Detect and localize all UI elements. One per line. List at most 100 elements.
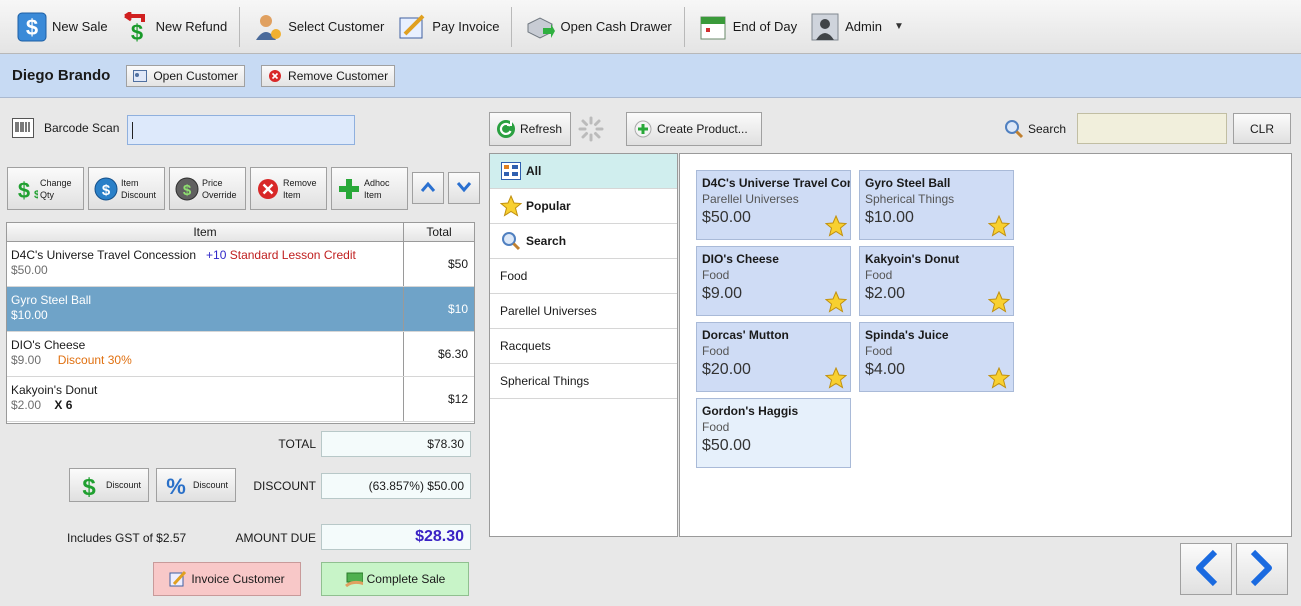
row-item-discount-note: Discount 30% [57, 353, 132, 367]
invoice-pen-icon [169, 570, 187, 588]
product-price: $9.00 [702, 285, 743, 302]
product-search-input[interactable] [1077, 113, 1227, 144]
category-item-all[interactable]: All [490, 154, 677, 189]
gst-text: Includes GST of $2.57 [67, 531, 187, 545]
row-item-name: D4C's Universe Travel Concession [11, 248, 197, 262]
row-total: $10 [447, 302, 468, 316]
column-header-item[interactable]: Item [7, 223, 404, 241]
chevron-down-icon: ▼ [893, 21, 904, 32]
product-tile[interactable]: D4C's Universe Travel Concession Parelle… [696, 170, 851, 240]
item-discount-button[interactable]: $ Item Discount [88, 167, 165, 210]
product-name: Spinda's Juice [865, 328, 949, 342]
category-label: Search [526, 234, 567, 248]
customer-name: Diego Brando [12, 67, 111, 84]
previous-page-button[interactable] [1180, 543, 1232, 595]
amount-due-value: $28.30 [321, 524, 471, 550]
product-name: D4C's Universe Travel Concession [702, 176, 850, 190]
product-price: $50.00 [702, 437, 751, 454]
category-item-racquets[interactable]: Racquets [490, 329, 677, 364]
pay-invoice-label: Pay Invoice [432, 19, 500, 34]
row-item-price: $10.00 [11, 308, 48, 322]
open-customer-label: Open Customer [153, 68, 239, 83]
category-item-food[interactable]: Food [490, 259, 677, 294]
item-discount-label-2: Discount [121, 189, 157, 200]
remove-item-button[interactable]: Remove Item [250, 167, 327, 210]
svg-text:$: $ [34, 189, 38, 201]
category-item-spherical-things[interactable]: Spherical Things [490, 364, 677, 399]
invoice-customer-button[interactable]: Invoice Customer [153, 562, 301, 596]
remove-customer-button[interactable]: Remove Customer [261, 64, 396, 87]
move-up-button[interactable] [412, 172, 444, 204]
item-discount-label-1: Item [121, 177, 139, 188]
admin-label: Admin [845, 19, 882, 34]
category-item-popular[interactable]: Popular [490, 189, 677, 224]
barcode-input[interactable] [127, 115, 355, 145]
select-customer-button[interactable]: Select Customer [246, 5, 390, 49]
end-of-day-button[interactable]: End of Day [691, 5, 803, 49]
sale-discount-dollar-button[interactable]: $ Discount [69, 468, 149, 502]
complete-sale-button[interactable]: Complete Sale [321, 562, 469, 596]
next-page-button[interactable] [1236, 543, 1288, 595]
row-item-price: $9.00 [11, 353, 42, 367]
discount-dollar-label: Discount [106, 480, 142, 490]
product-category: Food [702, 268, 730, 282]
product-tile[interactable]: Dorcas' Mutton Food $20.00 [696, 322, 851, 392]
create-product-button[interactable]: Create Product... [626, 112, 762, 146]
move-down-button[interactable] [448, 172, 480, 204]
toolbar-divider [683, 6, 685, 47]
table-row[interactable]: DIO's Cheese $9.00 Discount 30% $6.30 [7, 332, 474, 377]
product-category: Parellel Universes [702, 192, 799, 206]
product-name: Gyro Steel Ball [865, 176, 951, 190]
column-header-total[interactable]: Total [404, 223, 474, 241]
table-row[interactable]: Gyro Steel Ball $10.00 $10 [7, 287, 474, 332]
chevron-right-icon [1247, 548, 1277, 591]
open-customer-button[interactable]: Open Customer [126, 64, 246, 87]
admin-menu-button[interactable]: Admin ▼ [803, 5, 910, 49]
price-override-button[interactable]: $ Price Override [169, 167, 246, 210]
product-price: $50.00 [702, 209, 751, 226]
calendar-icon [697, 11, 729, 43]
row-item-price: $50.00 [11, 263, 48, 277]
category-list: All Popular Search Food Parellel Univers… [489, 153, 678, 537]
discount-value: (63.857%) $50.00 [321, 473, 471, 499]
remove-item-label-1: Remove [283, 177, 317, 188]
product-tile[interactable]: Gordon's Haggis Food $50.00 [696, 398, 851, 468]
refresh-button[interactable]: Refresh [489, 112, 571, 146]
adhoc-item-button[interactable]: Adhoc Item [331, 167, 408, 210]
row-item-price: $2.00 [11, 398, 42, 412]
star-icon [825, 291, 847, 313]
table-row[interactable]: Kakyoin's Donut $2.00 X 6 $12 [7, 377, 474, 422]
category-item-search[interactable]: Search [490, 224, 677, 259]
row-total: $6.30 [437, 347, 468, 361]
category-label: Racquets [500, 339, 551, 353]
sale-items-table: Item Total D4C's Universe Travel Concess… [6, 222, 475, 424]
product-tile[interactable]: DIO's Cheese Food $9.00 [696, 246, 851, 316]
product-price: $10.00 [865, 209, 914, 226]
star-icon [988, 367, 1010, 389]
open-cash-drawer-button[interactable]: Open Cash Drawer [518, 5, 677, 49]
category-label: Food [500, 269, 528, 283]
change-qty-label-1: Change [40, 177, 72, 188]
svg-text:%: % [166, 474, 186, 498]
refresh-icon [496, 119, 516, 139]
create-product-label: Create Product... [657, 122, 748, 136]
pay-invoice-button[interactable]: Pay Invoice [390, 5, 505, 49]
product-tile[interactable]: Kakyoin's Donut Food $2.00 [859, 246, 1014, 316]
discount-label: DISCOUNT [253, 479, 316, 493]
product-tile[interactable]: Gyro Steel Ball Spherical Things $10.00 [859, 170, 1014, 240]
product-tile[interactable]: Spinda's Juice Food $4.00 [859, 322, 1014, 392]
new-sale-button[interactable]: $ New Sale [10, 5, 114, 49]
clear-search-button[interactable]: CLR [1233, 113, 1291, 144]
chevron-left-icon [1191, 548, 1221, 591]
customer-card-icon [133, 69, 148, 83]
refund-icon: $ [120, 11, 152, 43]
table-row[interactable]: D4C's Universe Travel Concession +10 Sta… [7, 242, 474, 287]
chevron-up-icon [420, 181, 436, 196]
loading-spinner-icon [578, 116, 604, 142]
new-refund-button[interactable]: $ New Refund [114, 5, 234, 49]
search-icon [500, 230, 522, 252]
sale-discount-percent-button[interactable]: % Discount [156, 468, 236, 502]
change-qty-button[interactable]: $ $ Change Qty [7, 167, 84, 210]
end-of-day-label: End of Day [732, 19, 798, 34]
category-item-parellel-universes[interactable]: Parellel Universes [490, 294, 677, 329]
